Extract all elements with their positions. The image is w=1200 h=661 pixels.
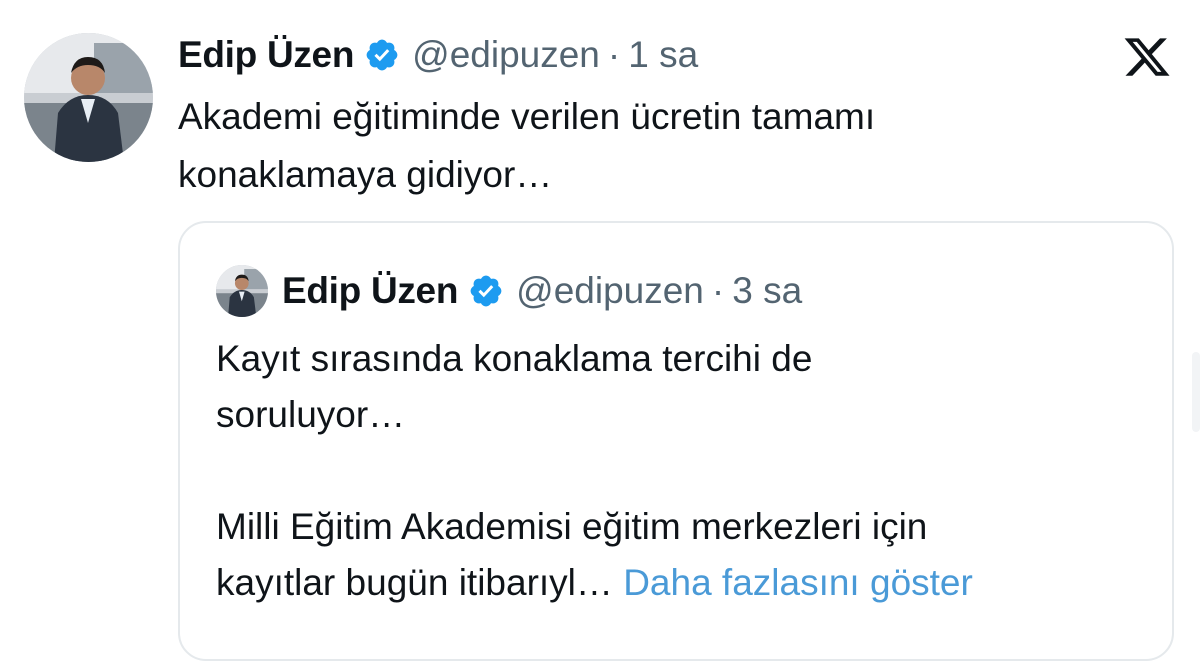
tweet-timestamp[interactable]: 1 sa — [628, 34, 698, 76]
separator-dot: · — [607, 34, 621, 75]
quoted-text-line: soruluyor… — [216, 394, 406, 435]
author-handle[interactable]: @edipuzen — [412, 34, 600, 76]
scrollbar[interactable] — [1192, 352, 1200, 432]
quoted-tweet-timestamp[interactable]: 3 sa — [732, 270, 802, 312]
quoted-author-handle[interactable]: @edipuzen — [516, 270, 704, 312]
quoted-tweet-text: Kayıt sırasında konaklama tercihi de sor… — [216, 331, 1136, 611]
quoted-text-line: Kayıt sırasında konaklama tercihi de — [216, 338, 813, 379]
author-avatar-image — [24, 33, 153, 162]
quoted-tweet[interactable]: Edip Üzen @edipuzen · 3 sa Kayıt sırasın… — [178, 221, 1174, 661]
author-name[interactable]: Edip Üzen — [178, 34, 354, 76]
separator-dot: · — [711, 270, 725, 311]
verified-badge-icon — [364, 37, 400, 73]
tweet-text-line: Akademi eğitiminde verilen ücretin tamam… — [178, 96, 876, 137]
x-logo-icon — [1122, 34, 1172, 80]
quoted-text-truncated: kayıtlar bugün itibarıyl… — [216, 562, 613, 603]
tweet-card[interactable]: Edip Üzen @edipuzen · 1 sa Akademi eğiti… — [0, 0, 1200, 661]
author-avatar[interactable] — [24, 33, 153, 162]
quoted-author-avatar-image — [216, 265, 268, 317]
tweet-header: Edip Üzen @edipuzen · 1 sa — [178, 30, 698, 80]
quoted-text-line: Milli Eğitim Akademisi eğitim merkezleri… — [216, 506, 928, 547]
tweet-text: Akademi eğitiminde verilen ücretin tamam… — [178, 88, 1128, 204]
tweet-text-line: konaklamaya gidiyor… — [178, 154, 553, 195]
quoted-author-name[interactable]: Edip Üzen — [282, 270, 458, 312]
show-more-link[interactable]: Daha fazlasını göster — [623, 562, 973, 603]
quoted-author-avatar[interactable] — [216, 265, 268, 317]
verified-badge-icon — [468, 273, 504, 309]
quoted-tweet-header: Edip Üzen @edipuzen · 3 sa — [216, 265, 802, 317]
quoted-text-line-last: kayıtlar bugün itibarıyl… Daha fazlasını… — [216, 555, 1136, 611]
